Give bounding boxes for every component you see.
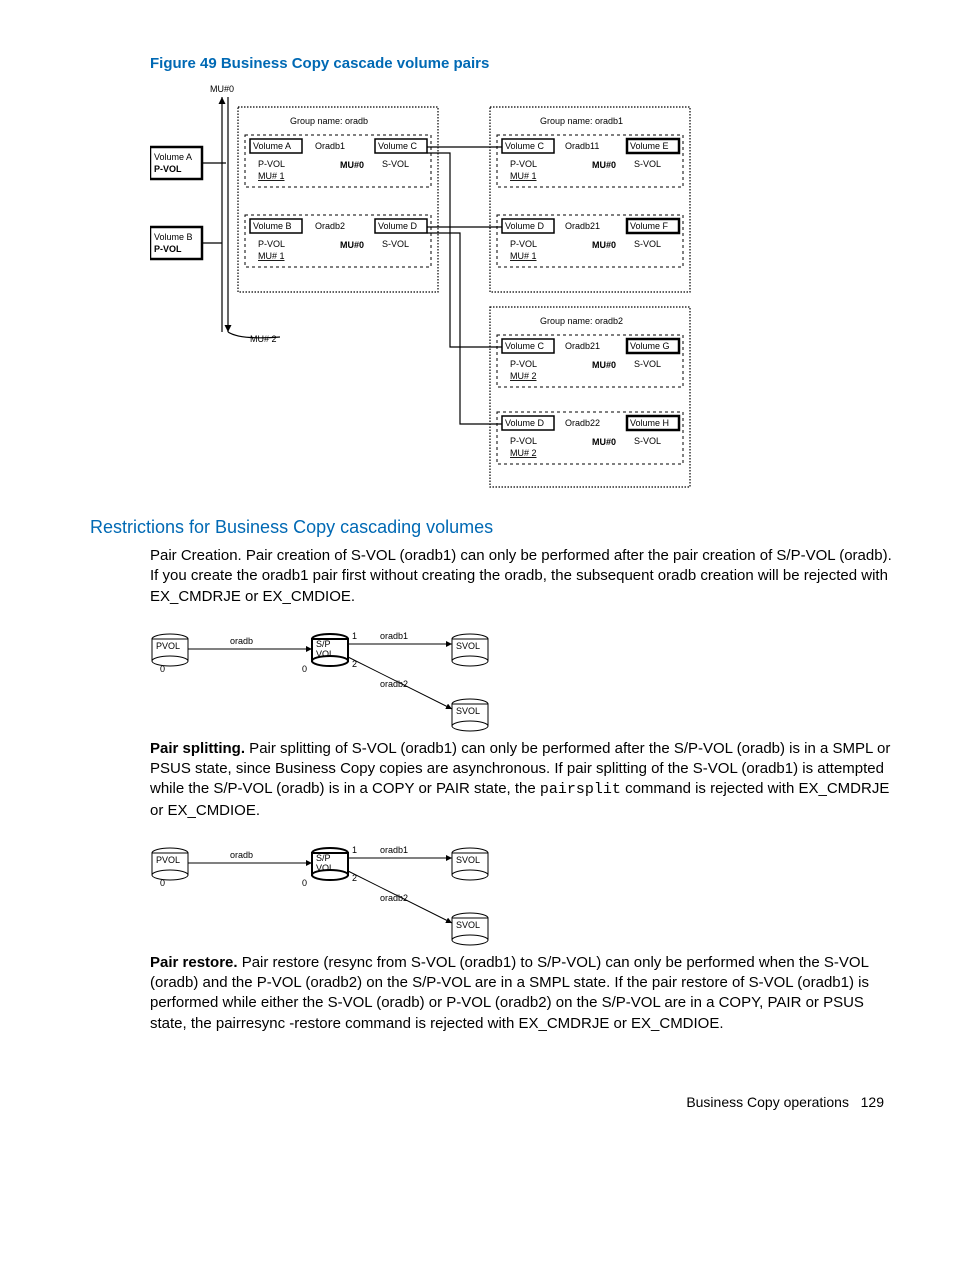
page-number: 129 (861, 1094, 884, 1110)
figure-49-diagram: .bx { fill:#fff; stroke:#000; stroke-wid… (150, 82, 894, 502)
svg-text:MU#0: MU#0 (592, 160, 616, 170)
svg-text:1: 1 (352, 631, 357, 641)
svg-text:Oradb1: Oradb1 (315, 141, 345, 151)
svg-text:P-VOL: P-VOL (154, 244, 182, 254)
figure-title: Figure 49 Business Copy cascade volume p… (150, 55, 894, 72)
svg-text:S-VOL: S-VOL (382, 159, 409, 169)
svg-text:Group name: oradb1: Group name: oradb1 (540, 116, 623, 126)
svg-text:0: 0 (160, 878, 165, 888)
svg-text:S/P: S/P (316, 639, 331, 649)
svg-text:MU#0: MU#0 (592, 360, 616, 370)
svg-text:S-VOL: S-VOL (634, 159, 661, 169)
svg-text:Oradb22: Oradb22 (565, 418, 600, 428)
svg-text:Volume H: Volume H (630, 418, 669, 428)
svg-text:MU#0: MU#0 (340, 240, 364, 250)
svg-text:2: 2 (352, 659, 357, 669)
svg-text:PVOL: PVOL (156, 641, 180, 651)
svg-text:Oradb21: Oradb21 (565, 221, 600, 231)
cascade-small-diagram-1: .t9{font-size:9px} PVOL 0 S/P VOL 0 (150, 619, 894, 739)
cascade-small-diagram-2: PVOL 0 S/P VOL 0 SVOL SVOL oradb 1 oradb… (150, 833, 894, 953)
svg-text:Volume B: Volume B (253, 221, 292, 231)
svg-text:0: 0 (302, 878, 307, 888)
svg-text:VOL: VOL (316, 863, 334, 873)
svg-text:Group name: oradb: Group name: oradb (290, 116, 368, 126)
pair-splitting-bold: Pair splitting. (150, 740, 245, 757)
pairsplit-cmd: pairsplit (540, 781, 621, 798)
svg-text:Volume C: Volume C (378, 141, 418, 151)
svg-text:Volume G: Volume G (630, 341, 670, 351)
svg-text:oradb2: oradb2 (380, 679, 408, 689)
svg-text:S/P: S/P (316, 853, 331, 863)
svg-text:oradb: oradb (230, 850, 253, 860)
page-footer: Business Copy operations 129 (90, 1094, 894, 1110)
svg-text:MU# 1: MU# 1 (258, 251, 285, 261)
svg-text:Volume C: Volume C (505, 141, 545, 151)
svg-text:P-VOL: P-VOL (510, 239, 537, 249)
svg-text:Volume A: Volume A (253, 141, 291, 151)
svg-text:MU# 1: MU# 1 (258, 171, 285, 181)
svg-text:P-VOL: P-VOL (510, 159, 537, 169)
svg-text:SVOL: SVOL (456, 920, 480, 930)
svg-text:Volume A: Volume A (154, 152, 192, 162)
svg-text:Volume D: Volume D (505, 221, 545, 231)
svg-text:oradb: oradb (230, 636, 253, 646)
pair-splitting-text: Pair splitting. Pair splitting of S-VOL … (150, 739, 894, 821)
svg-text:P-VOL: P-VOL (510, 359, 537, 369)
svg-text:Volume F: Volume F (630, 221, 669, 231)
svg-text:SVOL: SVOL (456, 855, 480, 865)
svg-text:Group name: oradb2: Group name: oradb2 (540, 316, 623, 326)
svg-text:Oradb21: Oradb21 (565, 341, 600, 351)
svg-text:S-VOL: S-VOL (634, 359, 661, 369)
pair-creation-text: Pair Creation. Pair creation of S-VOL (o… (150, 546, 894, 607)
footer-section: Business Copy operations (686, 1094, 849, 1110)
svg-text:oradb2: oradb2 (380, 893, 408, 903)
svg-text:S-VOL: S-VOL (382, 239, 409, 249)
svg-text:VOL: VOL (316, 649, 334, 659)
svg-text:MU#0: MU#0 (592, 437, 616, 447)
svg-text:MU# 2: MU# 2 (250, 334, 277, 344)
svg-text:Volume C: Volume C (505, 341, 545, 351)
svg-text:P-VOL: P-VOL (154, 164, 182, 174)
svg-text:oradb1: oradb1 (380, 845, 408, 855)
svg-text:SVOL: SVOL (456, 641, 480, 651)
svg-text:SVOL: SVOL (456, 706, 480, 716)
svg-text:MU#0: MU#0 (340, 160, 364, 170)
svg-text:0: 0 (302, 664, 307, 674)
svg-text:MU#0: MU#0 (592, 240, 616, 250)
svg-text:Volume D: Volume D (378, 221, 418, 231)
svg-text:oradb1: oradb1 (380, 631, 408, 641)
svg-text:Oradb11: Oradb11 (565, 141, 599, 151)
svg-text:Oradb2: Oradb2 (315, 221, 345, 231)
svg-text:1: 1 (352, 845, 357, 855)
svg-text:P-VOL: P-VOL (510, 436, 537, 446)
pair-restore-bold: Pair restore. (150, 954, 238, 971)
svg-text:MU# 2: MU# 2 (510, 371, 537, 381)
section-title: Restrictions for Business Copy cascading… (90, 517, 894, 538)
svg-text:2: 2 (352, 873, 357, 883)
svg-text:Volume B: Volume B (154, 232, 193, 242)
svg-text:MU# 1: MU# 1 (510, 171, 537, 181)
svg-text:P-VOL: P-VOL (258, 239, 285, 249)
svg-text:S-VOL: S-VOL (634, 239, 661, 249)
svg-text:S-VOL: S-VOL (634, 436, 661, 446)
svg-text:MU# 1: MU# 1 (510, 251, 537, 261)
svg-text:P-VOL: P-VOL (258, 159, 285, 169)
svg-text:MU# 2: MU# 2 (510, 448, 537, 458)
svg-text:Volume E: Volume E (630, 141, 669, 151)
svg-text:PVOL: PVOL (156, 855, 180, 865)
pair-restore-text: Pair restore. Pair restore (resync from … (150, 953, 894, 1034)
svg-text:0: 0 (160, 664, 165, 674)
svg-text:Volume D: Volume D (505, 418, 545, 428)
mu0-label: MU#0 (210, 84, 234, 94)
